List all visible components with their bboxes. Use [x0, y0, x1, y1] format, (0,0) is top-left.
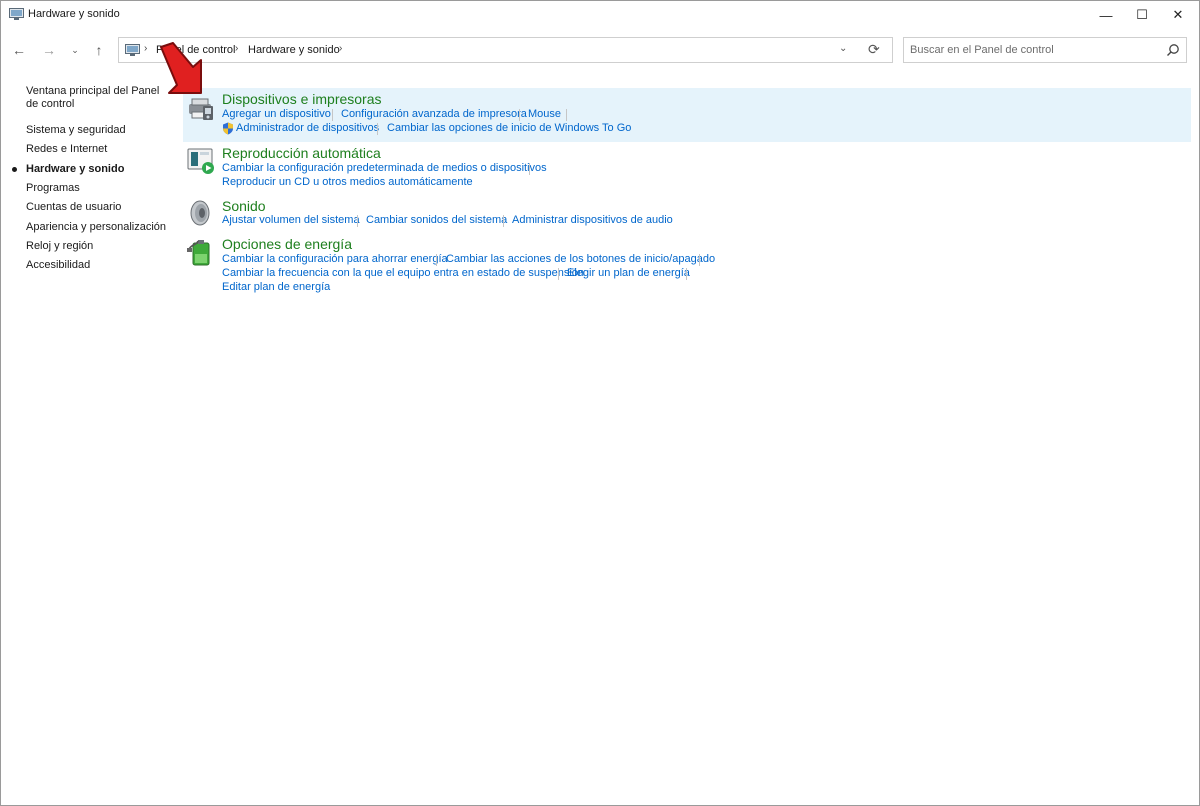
sidebar-item-network[interactable]: Redes e Internet	[26, 143, 171, 156]
link-separator	[436, 254, 437, 266]
recent-locations-button[interactable]: ⌄	[64, 40, 86, 60]
link-sleep-frequency[interactable]: Cambiar la frecuencia con la que el equi…	[222, 267, 584, 279]
sidebar-item-appearance[interactable]: Apariencia y personalización	[26, 221, 171, 234]
control-panel-icon	[125, 44, 140, 56]
category-title[interactable]: Dispositivos e impresoras	[222, 91, 382, 107]
shield-icon	[223, 122, 233, 135]
link-separator	[566, 109, 567, 121]
active-item-bullet	[12, 167, 17, 172]
link-separator	[519, 109, 520, 121]
sidebar-item-clock-region[interactable]: Reloj y región	[26, 240, 171, 253]
title-bar: Hardware y sonido — ☐ ✕	[1, 1, 1199, 29]
link-windows-to-go[interactable]: Cambiar las opciones de inicio de Window…	[387, 122, 631, 134]
sidebar-item-accessibility[interactable]: Accesibilidad	[26, 259, 171, 272]
link-power-button-actions[interactable]: Cambiar las acciones de los botones de i…	[446, 253, 715, 265]
address-bar[interactable]: › Panel de control › Hardware y sonido ›…	[118, 37, 893, 63]
link-separator	[529, 163, 530, 175]
control-panel-icon	[9, 8, 24, 20]
close-button[interactable]: ✕	[1155, 1, 1200, 29]
up-button[interactable]: ↑	[88, 40, 110, 60]
category-power-options: Opciones de energía Cambiar la configura…	[183, 234, 1191, 298]
category-title[interactable]: Reproducción automática	[222, 145, 381, 161]
category-devices-printers: Dispositivos e impresoras Agregar un dis…	[183, 88, 1191, 142]
link-separator	[699, 254, 700, 266]
sidebar-item-programs[interactable]: Programas	[26, 182, 171, 195]
breadcrumb-hardware-y-sonido[interactable]: Hardware y sonido	[248, 44, 340, 56]
refresh-button[interactable]: ⟳	[868, 41, 880, 58]
link-default-media-settings[interactable]: Cambiar la configuración predeterminada …	[222, 162, 547, 174]
category-autoplay: Reproducción automática Cambiar la confi…	[183, 142, 1191, 192]
search-placeholder: Buscar en el Panel de control	[910, 44, 1054, 56]
search-icon[interactable]	[1166, 43, 1180, 57]
link-separator	[377, 123, 378, 135]
link-mouse[interactable]: Mouse	[528, 108, 561, 120]
category-sound: Sonido Ajustar volumen del sistema Cambi…	[183, 195, 1191, 231]
sidebar-item-hardware-sound[interactable]: Hardware y sonido	[26, 163, 171, 176]
sidebar-item-home[interactable]: Ventana principal del Panel de control	[26, 85, 171, 111]
sidebar-item-user-accounts[interactable]: Cuentas de usuario	[26, 201, 171, 214]
link-separator	[503, 215, 504, 227]
sidebar-item-system-security[interactable]: Sistema y seguridad	[26, 124, 171, 137]
category-title[interactable]: Opciones de energía	[222, 236, 352, 252]
link-separator	[357, 215, 358, 227]
link-add-device[interactable]: Agregar un dispositivo	[222, 108, 331, 120]
control-panel-window: Hardware y sonido — ☐ ✕ ← → ⌄ ↑ › Panel …	[0, 0, 1200, 806]
forward-button[interactable]: →	[38, 40, 60, 60]
link-choose-power-plan[interactable]: Elegir un plan de energía	[567, 267, 690, 279]
address-dropdown-button[interactable]: ⌄	[839, 43, 847, 54]
speaker-icon[interactable]	[186, 196, 218, 228]
link-printer-settings[interactable]: Configuración avanzada de impresora	[341, 108, 527, 120]
link-edit-power-plan[interactable]: Editar plan de energía	[222, 281, 330, 293]
link-audio-devices[interactable]: Administrar dispositivos de audio	[512, 214, 673, 226]
link-separator	[686, 268, 687, 280]
link-separator	[558, 268, 559, 280]
back-button[interactable]: ←	[8, 40, 30, 60]
link-system-sounds[interactable]: Cambiar sonidos del sistema	[366, 214, 507, 226]
power-options-icon[interactable]	[186, 235, 218, 267]
window-title: Hardware y sonido	[28, 8, 120, 20]
search-input[interactable]: Buscar en el Panel de control	[903, 37, 1187, 63]
autoplay-icon[interactable]	[186, 145, 218, 177]
breadcrumb-separator[interactable]: ›	[235, 43, 238, 54]
link-system-volume[interactable]: Ajustar volumen del sistema	[222, 214, 360, 226]
link-energy-saving-settings[interactable]: Cambiar la configuración para ahorrar en…	[222, 253, 448, 265]
link-separator	[332, 109, 333, 121]
breadcrumb-separator[interactable]: ›	[144, 43, 147, 54]
breadcrumb-separator[interactable]: ›	[339, 43, 342, 54]
category-title[interactable]: Sonido	[222, 198, 266, 214]
link-device-manager[interactable]: Administrador de dispositivos	[236, 122, 379, 134]
red-arrow-annotation	[160, 42, 202, 94]
link-autoplay-cd[interactable]: Reproducir un CD u otros medios automáti…	[222, 176, 473, 188]
